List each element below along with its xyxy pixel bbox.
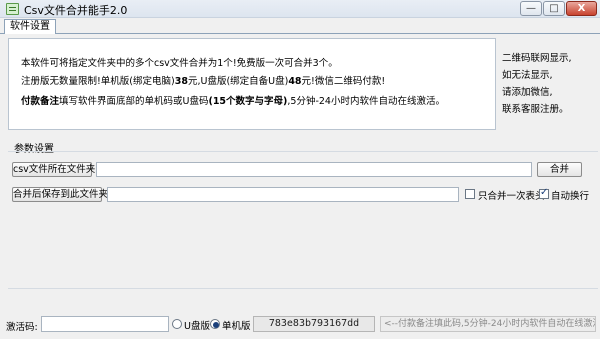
info-panel: 本软件可将指定文件夹中的多个csv文件合并为1个!免费版一次可合并3个。 注册版… xyxy=(8,38,496,130)
info-line-2-e: 元!微信二维码付款! xyxy=(301,76,386,87)
info-line-2-c: 元,U盘版(绑定自备U盘) xyxy=(187,76,289,87)
info-line-2-a: 注册版无数量限制!单机版(绑定电脑) xyxy=(21,76,175,87)
close-button[interactable]: X xyxy=(566,1,597,16)
info-line-3-c: (15个数字与字母) xyxy=(208,96,288,107)
window-title: Csv文件合并能手2.0 xyxy=(24,4,128,17)
info-line-3-b: 填写软件界面底部的单机码或U盘码 xyxy=(59,96,209,107)
autowrap-label: 自动换行 xyxy=(551,191,590,202)
udisk-version-radio[interactable] xyxy=(172,319,182,329)
payment-note-label: 付款备注 xyxy=(21,96,60,107)
machine-version-label: 单机版 xyxy=(222,321,251,332)
machine-code-field: 783e83b793167dd xyxy=(253,316,375,332)
maximize-button[interactable]: □ xyxy=(543,1,565,16)
activation-code-input[interactable] xyxy=(41,316,169,332)
header-once-checkbox[interactable] xyxy=(465,189,475,199)
contact-line-4: 联系客服注册。 xyxy=(502,104,569,115)
info-line-2: 注册版无数量限制!单机版(绑定电脑)38元,U盘版(绑定自备U盘)48元!微信二… xyxy=(21,73,385,87)
tab-software-settings[interactable]: 软件设置 xyxy=(4,19,56,34)
save-folder-button[interactable]: 合并后保存到此文件夹: xyxy=(12,187,111,202)
autowrap-checkbox[interactable] xyxy=(539,187,549,199)
param-section-label: 参数设置 xyxy=(14,144,54,155)
csv-folder-button[interactable]: csv文件所在文件夹: xyxy=(12,162,99,177)
header-once-label: 只合并一次表头 xyxy=(478,191,545,202)
status-hint: <--付款备注填此码,5分钟-24小时内软件自动在线激活> xyxy=(380,316,596,332)
csv-folder-input[interactable] xyxy=(96,162,532,177)
divider xyxy=(8,151,598,152)
contact-line-2: 如无法显示, xyxy=(502,70,553,81)
info-line-3-d: ,5分钟-24小时内软件自动在线激活。 xyxy=(287,96,445,107)
price-udisk: 48 xyxy=(288,76,302,87)
tab-strip xyxy=(0,18,600,34)
contact-line-1: 二维码联网显示, xyxy=(502,53,572,64)
merge-button[interactable]: 合并 xyxy=(537,162,582,177)
minimize-button[interactable]: — xyxy=(520,1,542,16)
spreadsheet-app-icon xyxy=(6,3,19,15)
divider xyxy=(8,288,598,289)
activation-code-label: 激活码: xyxy=(6,322,38,333)
price-machine: 38 xyxy=(174,76,188,87)
save-folder-input[interactable] xyxy=(107,187,459,202)
udisk-version-label: U盘版 xyxy=(184,321,210,332)
contact-line-3: 请添加微信, xyxy=(502,87,553,98)
info-line-3: 付款备注填写软件界面底部的单机码或U盘码(15个数字与字母),5分钟-24小时内… xyxy=(21,93,445,107)
info-line-1: 本软件可将指定文件夹中的多个csv文件合并为1个!免费版一次可合并3个。 xyxy=(21,58,338,69)
machine-version-radio[interactable] xyxy=(210,319,220,329)
